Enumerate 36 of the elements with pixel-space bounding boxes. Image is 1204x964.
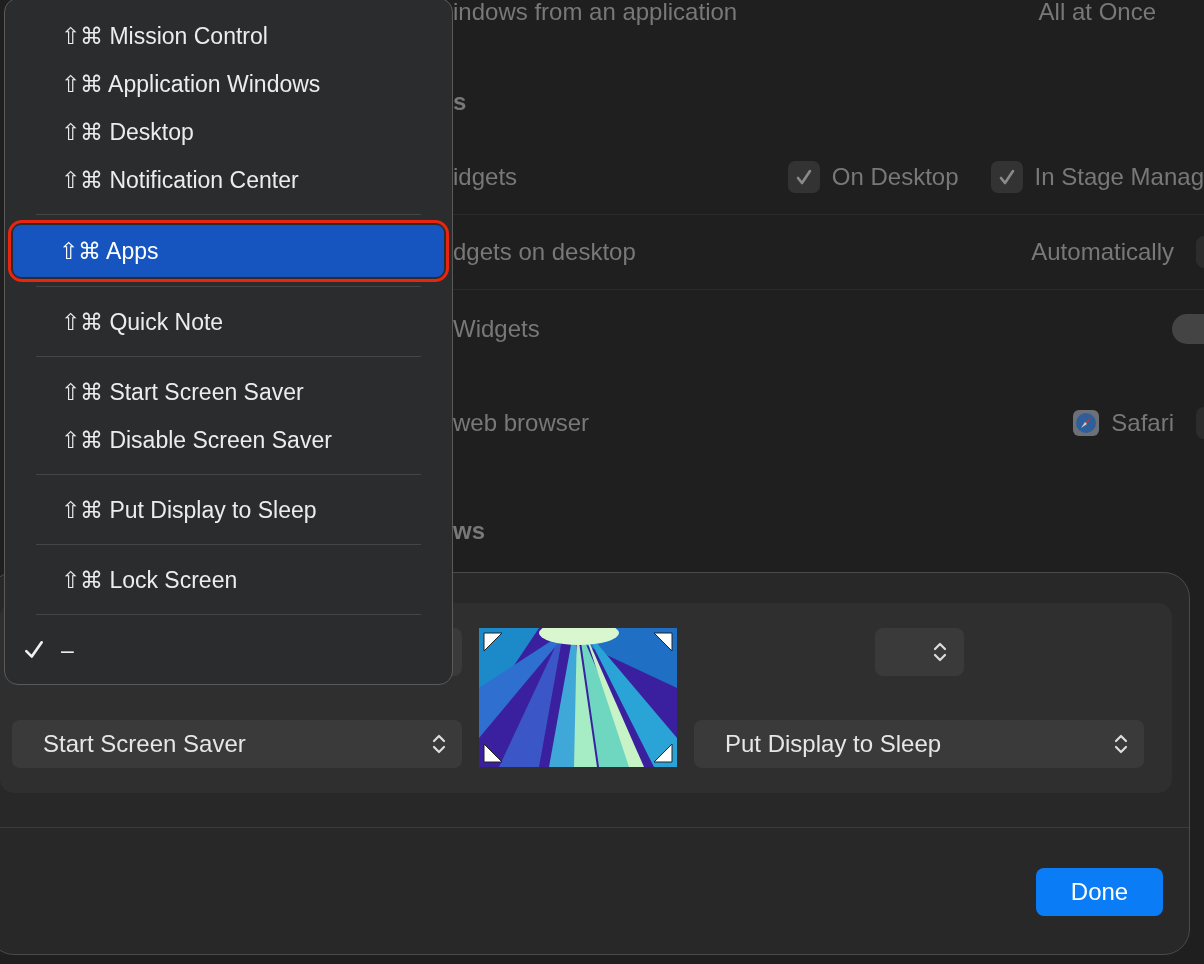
setting-label: web browser — [453, 409, 590, 437]
popup-button[interactable] — [874, 628, 964, 676]
setting-label: idgets — [453, 163, 518, 191]
checkbox[interactable]: In Stage Manag — [990, 161, 1204, 193]
menu-item[interactable]: ⇧⌘ Notification Center — [15, 156, 442, 204]
checkmark-icon — [23, 639, 45, 661]
checkbox[interactable]: On Desktop — [787, 161, 959, 193]
popup-button[interactable]: Start Screen Saver — [12, 720, 462, 768]
menu-item[interactable]: ⇧⌘ Apps — [13, 225, 444, 277]
compass-icon — [1073, 410, 1100, 436]
menu-item[interactable]: ⇧⌘ Put Display to Sleep — [15, 486, 442, 534]
menu-item[interactable]: ⇧⌘ Lock Screen — [15, 556, 442, 604]
section-heading: ws — [453, 517, 485, 545]
corner-icon — [653, 743, 673, 763]
setting-label: indows from an application — [453, 0, 738, 26]
menu-item[interactable]: ⇧⌘ Desktop — [15, 108, 442, 156]
corner-icon — [483, 632, 503, 652]
menu-item[interactable]: ⇧⌘ Mission Control — [15, 12, 442, 60]
menu-item[interactable]: ⇧⌘ Application Windows — [15, 60, 442, 108]
corner-icon — [653, 632, 673, 652]
chevron-icon — [432, 733, 446, 755]
setting-value: Automatically — [1031, 238, 1174, 266]
menu-item[interactable]: ⇧⌘ Start Screen Saver — [15, 368, 442, 416]
menu-item[interactable]: – — [15, 626, 442, 674]
section-heading: s — [453, 88, 467, 116]
setting-value: All at Once — [1038, 0, 1156, 26]
setting-label: dgets on desktop — [453, 238, 636, 266]
menu-item[interactable]: ⇧⌘ Quick Note — [15, 298, 442, 346]
popup-button[interactable]: Put Display to Sleep — [694, 720, 1144, 768]
done-button[interactable]: Done — [1036, 868, 1163, 916]
chevron-icon — [932, 641, 947, 663]
setting-label: Widgets — [453, 315, 540, 343]
setting-value: Safari — [1111, 409, 1174, 437]
menu-item[interactable]: ⇧⌘ Disable Screen Saver — [15, 416, 442, 464]
chevron-icon — [1114, 733, 1128, 755]
corner-icon — [483, 743, 503, 763]
